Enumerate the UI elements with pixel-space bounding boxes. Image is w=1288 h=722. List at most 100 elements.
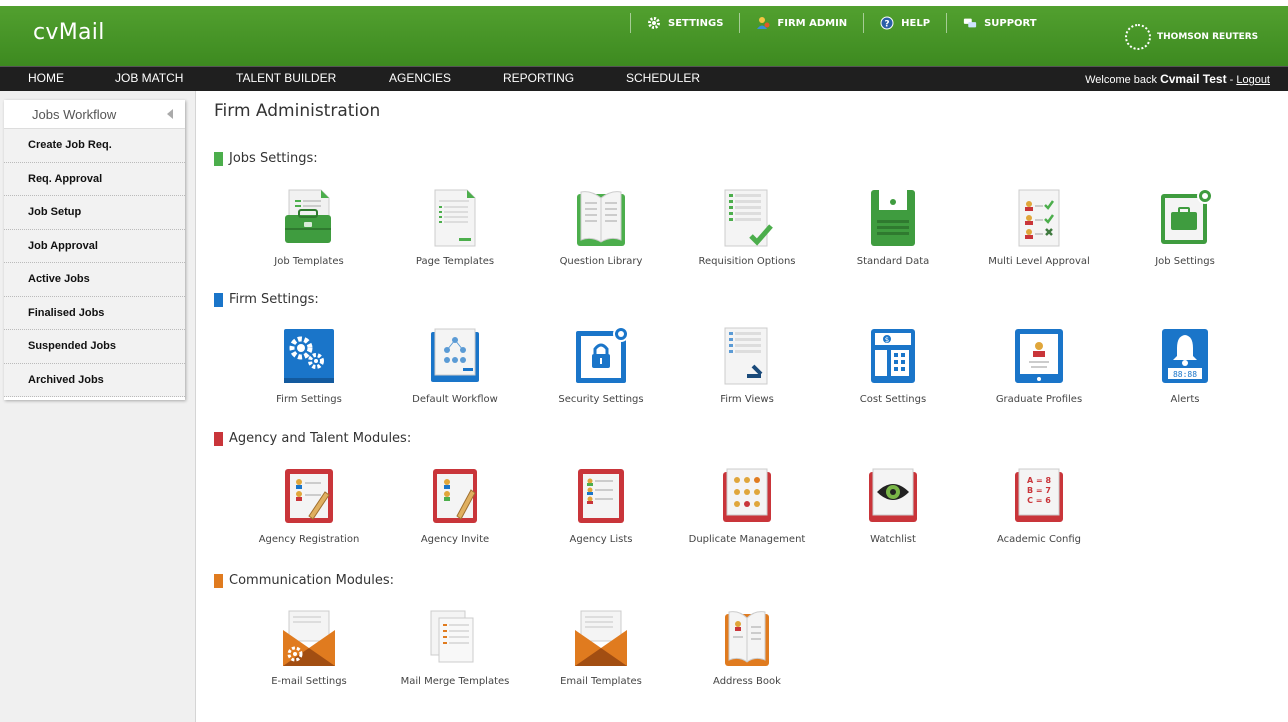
brand-label: THOMSON REUTERS	[1157, 32, 1259, 42]
tile-email-settings[interactable]: E-mail Settings	[244, 608, 374, 687]
sidebar-item-create-job-req[interactable]: Create Job Req.	[4, 129, 185, 163]
jobs-workflow-sidebar: Jobs Workflow Create Job Req. Req. Appro…	[4, 100, 185, 400]
tile-duplicate-management[interactable]: Duplicate Management	[682, 466, 812, 545]
tile-agency-invite[interactable]: Agency Invite	[390, 466, 520, 545]
section-marker	[214, 431, 223, 446]
tile-agency-registration[interactable]: Agency Registration	[244, 466, 374, 545]
tile-label: Watchlist	[870, 534, 916, 545]
tile-alerts[interactable]: 88:88 Alerts	[1120, 326, 1250, 405]
tile-watchlist[interactable]: Watchlist	[828, 466, 958, 545]
watchlist-icon	[869, 468, 917, 522]
section-marker	[214, 573, 223, 588]
tile-security-settings[interactable]: Security Settings	[536, 326, 666, 405]
user-name: Cvmail Test	[1160, 72, 1227, 86]
tile-firm-settings[interactable]: Firm Settings	[244, 326, 374, 405]
tile-label: Multi Level Approval	[988, 256, 1090, 267]
alerts-clock-text: 88:88	[1173, 370, 1197, 379]
nav-talent-builder[interactable]: TALENT BUILDER	[236, 71, 336, 85]
tile-job-settings[interactable]: Job Settings	[1120, 188, 1250, 267]
sidebar-item-suspended-jobs[interactable]: Suspended Jobs	[4, 330, 185, 364]
tile-label: Job Settings	[1155, 256, 1215, 267]
main-nav: HOME JOB MATCH TALENT BUILDER AGENCIES R…	[0, 66, 1288, 91]
section-agency-talent: Agency and Talent Modules:	[214, 431, 411, 446]
sidebar-item-job-approval[interactable]: Job Approval	[4, 229, 185, 263]
requisition-options-icon	[724, 189, 773, 247]
nav-scheduler[interactable]: SCHEDULER	[626, 71, 700, 85]
app-logo[interactable]: cvMail	[33, 20, 105, 45]
page-title: Firm Administration	[214, 101, 381, 121]
tile-default-workflow[interactable]: Default Workflow	[390, 326, 520, 405]
tile-label: E-mail Settings	[271, 676, 347, 687]
tile-label: Page Templates	[415, 256, 495, 267]
chat-icon	[963, 16, 977, 30]
top-links: SETTINGS FIRM ADMIN ? HELP SUPPORT	[630, 12, 1053, 34]
section-marker	[214, 151, 223, 166]
tile-label: Cost Settings	[859, 394, 927, 405]
tile-cost-settings[interactable]: $ Cost Settings	[828, 326, 958, 405]
firm-settings-icon	[284, 329, 334, 383]
tile-agency-lists[interactable]: Agency Lists	[536, 466, 666, 545]
logout-link[interactable]: Logout	[1236, 74, 1270, 86]
tile-label: Security Settings	[558, 394, 644, 405]
sidebar-item-active-jobs[interactable]: Active Jobs	[4, 263, 185, 297]
support-link-label: SUPPORT	[984, 17, 1037, 29]
default-workflow-icon	[431, 328, 479, 382]
tile-standard-data[interactable]: Standard Data	[828, 188, 958, 267]
nav-home[interactable]: HOME	[28, 71, 64, 85]
tile-academic-config[interactable]: A = 8 B = 7 C = 6 Academic Config	[974, 466, 1104, 545]
sidebar-item-archived-jobs[interactable]: Archived Jobs	[4, 363, 185, 397]
tile-label: Agency Invite	[420, 534, 490, 545]
section-communication: Communication Modules:	[214, 573, 394, 588]
help-link[interactable]: ? HELP	[863, 13, 946, 33]
sidebar-title: Jobs Workflow	[32, 106, 117, 122]
tile-multi-level-approval[interactable]: Multi Level Approval	[974, 188, 1104, 267]
section-jobs-settings: Jobs Settings:	[214, 151, 318, 166]
sidebar-item-job-setup[interactable]: Job Setup	[4, 196, 185, 230]
welcome-separator: -	[1226, 74, 1237, 86]
firm-views-icon	[724, 327, 768, 385]
tile-mail-merge-templates[interactable]: Mail Merge Templates	[390, 608, 520, 687]
tile-job-templates[interactable]: Job Templates	[244, 188, 374, 267]
section-title: Agency and Talent Modules:	[229, 431, 412, 446]
academic-line-a: A = 8	[1027, 476, 1051, 485]
multi-level-approval-icon	[1018, 189, 1060, 247]
tile-label: Academic Config	[996, 534, 1082, 545]
nav-reporting[interactable]: REPORTING	[503, 71, 574, 85]
tile-label: Duplicate Management	[688, 534, 806, 545]
collapse-arrow-icon[interactable]	[167, 109, 173, 119]
sidebar-item-req-approval[interactable]: Req. Approval	[4, 162, 185, 196]
help-link-label: HELP	[901, 17, 931, 29]
nav-agencies[interactable]: AGENCIES	[389, 71, 451, 85]
tile-graduate-profiles[interactable]: Graduate Profiles	[974, 326, 1104, 405]
tile-label: Firm Settings	[276, 394, 342, 405]
gear-icon	[647, 16, 661, 30]
security-settings-icon	[576, 326, 629, 383]
tile-label: Question Library	[559, 256, 643, 267]
tile-label: Agency Registration	[258, 534, 360, 545]
graduate-profiles-icon	[1015, 329, 1063, 383]
settings-link[interactable]: SETTINGS	[630, 13, 739, 33]
tile-address-book[interactable]: Address Book	[682, 608, 812, 687]
help-icon: ?	[880, 16, 894, 30]
svg-text:?: ?	[885, 20, 890, 30]
tile-requisition-options[interactable]: Requisition Options	[682, 188, 812, 267]
tile-label: Firm Views	[720, 394, 774, 405]
section-title: Communication Modules:	[229, 573, 395, 588]
welcome-prefix: Welcome back	[1085, 74, 1158, 86]
thomson-reuters-logo: THOMSON REUTERS	[1125, 24, 1258, 50]
section-title: Jobs Settings:	[229, 151, 318, 166]
firm-admin-link[interactable]: FIRM ADMIN	[739, 13, 863, 33]
tile-question-library[interactable]: Question Library	[536, 188, 666, 267]
address-book-icon	[725, 611, 769, 666]
tile-firm-views[interactable]: Firm Views	[682, 326, 812, 405]
support-link[interactable]: SUPPORT	[946, 13, 1053, 33]
tile-page-templates[interactable]: Page Templates	[390, 188, 520, 267]
academic-line-b: B = 7	[1027, 486, 1051, 495]
tile-label: Email Templates	[560, 676, 642, 687]
tile-email-templates[interactable]: Email Templates	[536, 608, 666, 687]
tile-label: Standard Data	[856, 256, 930, 267]
tile-label: Default Workflow	[412, 394, 498, 405]
nav-job-match[interactable]: JOB MATCH	[115, 71, 183, 85]
standard-data-icon	[871, 190, 915, 246]
sidebar-item-finalised-jobs[interactable]: Finalised Jobs	[4, 296, 185, 330]
